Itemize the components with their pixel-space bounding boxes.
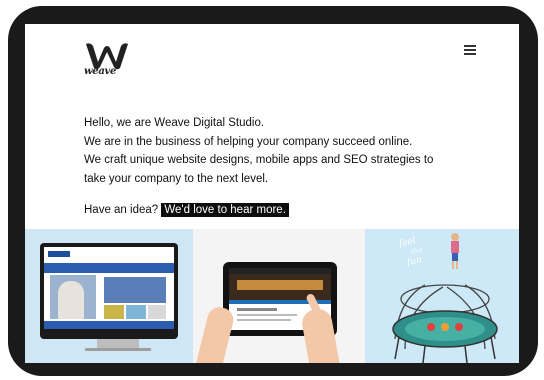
cta-question: Have an idea?	[84, 204, 159, 216]
intro-line: Hello, we are Weave Digital Studio.	[84, 117, 265, 129]
portfolio-tile-trampoline[interactable]: feel the fun	[365, 229, 519, 363]
trampoline-image	[392, 233, 498, 363]
monitor-image	[40, 243, 178, 339]
menu-bar	[464, 49, 476, 51]
hamburger-icon[interactable]	[464, 45, 476, 55]
website-screenshot	[44, 247, 174, 329]
menu-bar	[464, 53, 476, 55]
intro-line: We are in the business of helping your c…	[84, 135, 413, 148]
monitor-base	[85, 348, 151, 351]
intro-line: We craft unique website designs, mobile …	[84, 154, 434, 166]
left-hand-image	[196, 304, 236, 363]
menu-bar	[464, 45, 476, 47]
cta-line: Have an idea? We'd love to hear more.	[84, 202, 289, 218]
intro-line: take your company to the next level.	[84, 172, 269, 185]
portfolio-tile-desktop[interactable]	[25, 229, 193, 363]
portfolio-tile-tablet[interactable]	[193, 229, 365, 363]
contact-link[interactable]: We'd love to hear more.	[161, 203, 289, 217]
intro-text: Hello, we are Weave Digital Studio. We a…	[84, 114, 474, 188]
brand-wordmark: weave	[84, 66, 117, 77]
